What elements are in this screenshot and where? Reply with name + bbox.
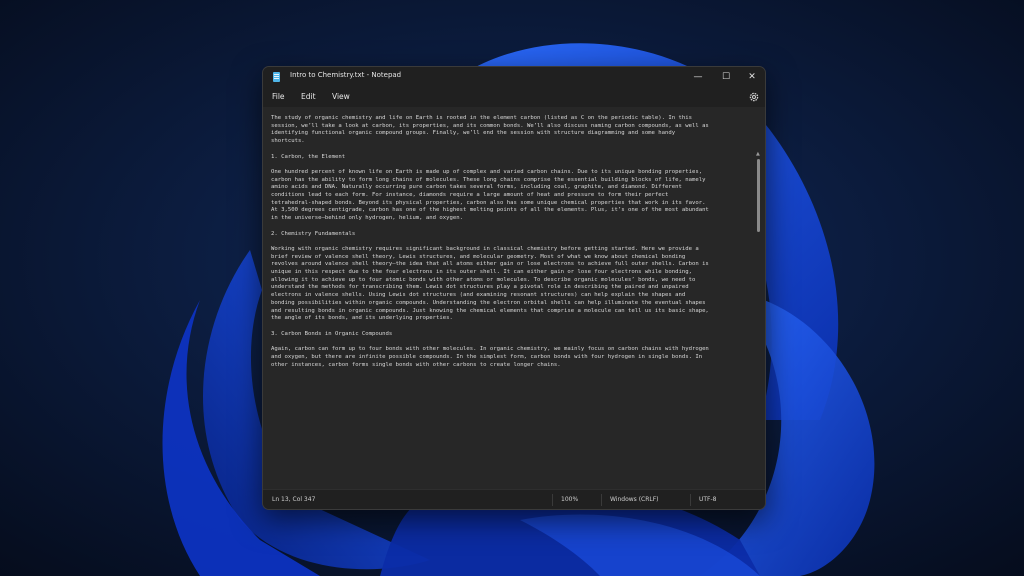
zoom-level: 100% [561,496,579,503]
menu-edit[interactable]: Edit [301,92,316,101]
settings-gear-icon[interactable] [747,90,761,104]
document-text[interactable]: The study of organic chemistry and life … [271,115,751,369]
window-title: Intro to Chemistry.txt - Notepad [290,71,402,79]
notepad-window: Intro to Chemistry.txt - Notepad — ☐ ✕ F… [262,66,766,510]
text-editor[interactable]: The study of organic chemistry and life … [263,108,765,487]
encoding: UTF-8 [699,496,717,503]
status-divider [552,494,553,506]
status-bar: Ln 13, Col 347 100% Windows (CRLF) UTF-8 [263,489,765,509]
notepad-app-icon [273,72,280,82]
close-button[interactable]: ✕ [737,67,765,87]
minimize-button[interactable]: — [683,67,713,87]
status-divider [690,494,691,506]
status-divider [601,494,602,506]
cursor-position: Ln 13, Col 347 [272,496,316,503]
menu-view[interactable]: View [332,92,350,101]
title-bar[interactable]: Intro to Chemistry.txt - Notepad — ☐ ✕ [263,67,765,87]
menu-bar: File Edit View [263,87,765,107]
menu-file[interactable]: File [272,92,285,101]
vertical-scrollbar-thumb[interactable] [757,159,760,232]
scroll-up-arrow-icon[interactable]: ▲ [756,151,760,157]
line-ending: Windows (CRLF) [610,496,659,503]
